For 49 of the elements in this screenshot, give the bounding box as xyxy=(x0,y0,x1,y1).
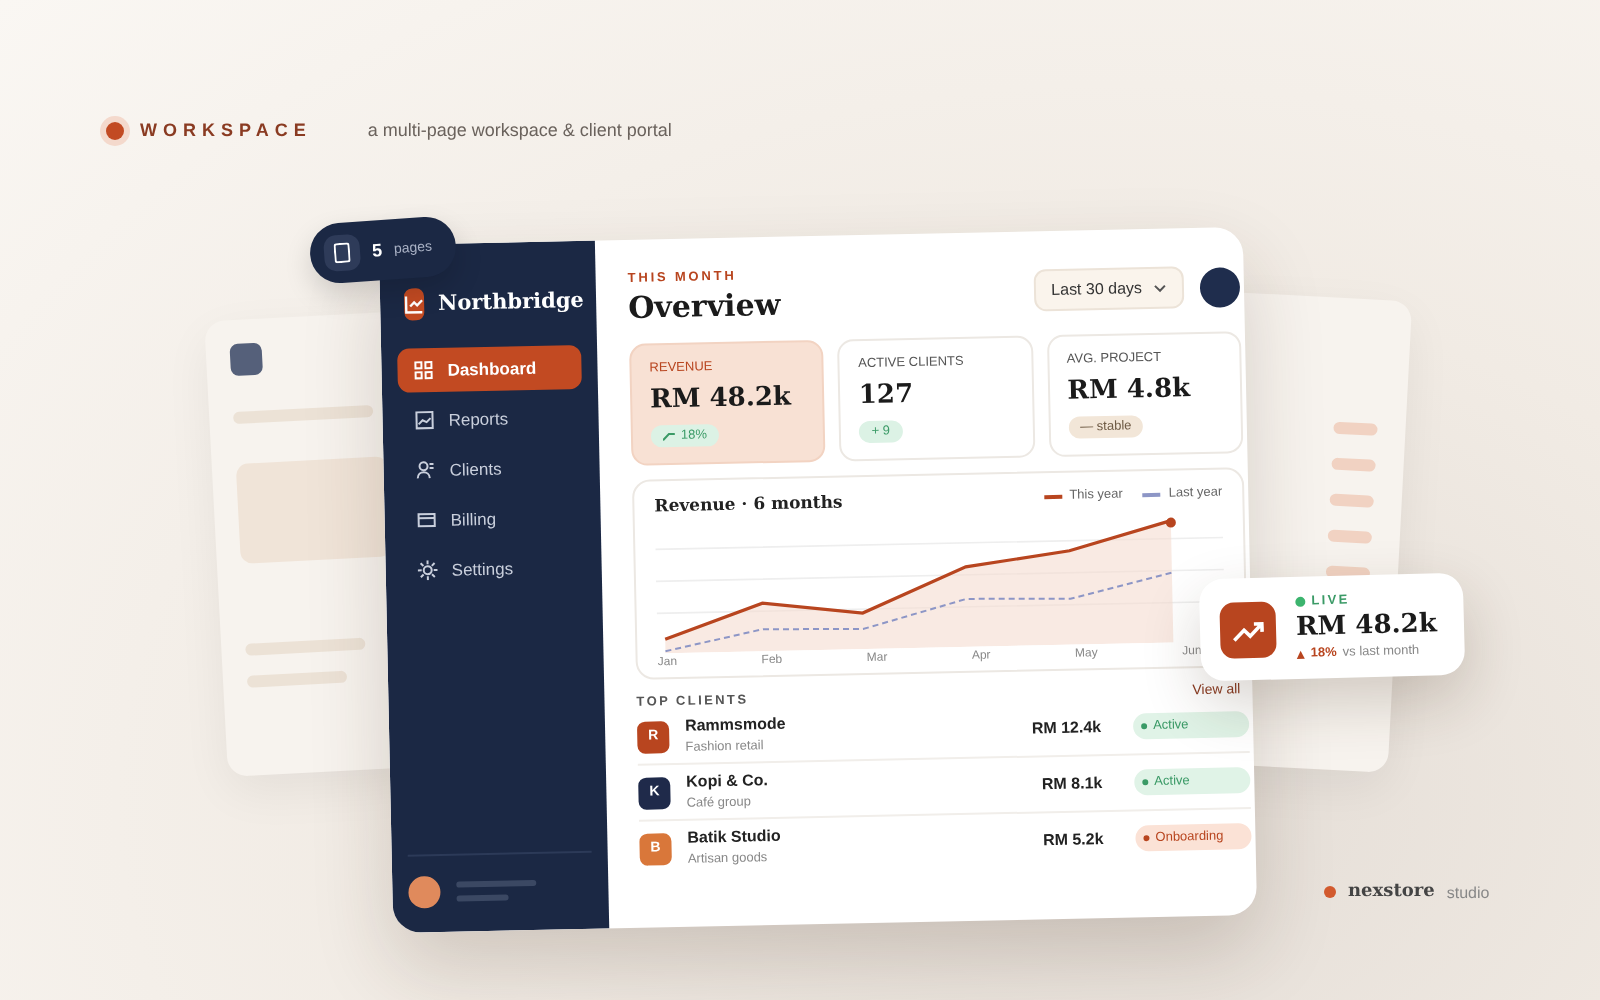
settings-icon xyxy=(417,559,438,581)
app-name: Northbridge xyxy=(437,288,585,316)
page-title: Overview xyxy=(627,286,781,326)
placeholder-bar xyxy=(246,670,348,688)
placeholder-bar xyxy=(245,637,366,656)
nav-item[interactable]: Reports xyxy=(398,394,583,443)
live-dot-icon xyxy=(1295,596,1306,607)
placeholder-square xyxy=(229,342,264,377)
nav-item[interactable]: Clients xyxy=(399,444,585,493)
live-value: RM 48.2k xyxy=(1295,609,1438,643)
footer-brand: nexstore xyxy=(1348,882,1435,902)
placeholder-bar xyxy=(1333,421,1378,436)
brand-dot-icon xyxy=(106,121,124,139)
up-triangle-icon xyxy=(1296,649,1305,658)
card-icon xyxy=(416,510,437,531)
avatar-icon xyxy=(408,876,441,909)
user-avatar-icon[interactable] xyxy=(1199,266,1241,307)
placeholder-bar xyxy=(1329,493,1374,508)
pages-count: 5 xyxy=(371,240,383,261)
nav-item[interactable]: Dashboard xyxy=(397,344,582,393)
date-range-dropdown[interactable]: Last 30 days xyxy=(1032,266,1185,312)
footer-dot-icon xyxy=(1324,886,1336,898)
end-point-marker xyxy=(1165,517,1176,528)
caret-icon xyxy=(1153,283,1167,292)
tagline: a multi-page workspace & client portal xyxy=(367,120,672,140)
chart-logo-icon xyxy=(403,288,425,321)
client-name: Batik Studio xyxy=(687,824,783,847)
client-revenue: RM 5.2k xyxy=(1040,830,1104,851)
footer-suffix: studio xyxy=(1446,883,1490,901)
report-icon xyxy=(414,410,435,431)
kpi-value: RM 48.2k xyxy=(649,382,792,416)
chart-title: Revenue · 6 months xyxy=(654,493,843,518)
placeholder-lines-drawing xyxy=(456,879,537,902)
client-name: Rammsmode xyxy=(684,712,788,735)
client-revenue: RM 8.1k xyxy=(1039,774,1103,795)
client-name: Kopi & Co. xyxy=(686,769,771,791)
client-revenue: RM 12.4k xyxy=(1029,718,1102,740)
trending-up-icon xyxy=(1219,600,1277,658)
kpi-value: 127 xyxy=(858,379,914,412)
page-icon xyxy=(322,233,362,273)
placeholder-bar xyxy=(1327,529,1373,544)
nav-item[interactable]: Settings xyxy=(401,544,587,593)
brand-label: WORKSPACE xyxy=(140,120,312,140)
kpi-value: RM 4.8k xyxy=(1067,374,1191,407)
users-icon xyxy=(415,460,436,481)
placeholder-bar xyxy=(233,404,374,425)
grid-icon xyxy=(413,360,434,381)
nav-item[interactable]: Billing xyxy=(400,494,586,543)
placeholder-bar xyxy=(1331,457,1376,472)
